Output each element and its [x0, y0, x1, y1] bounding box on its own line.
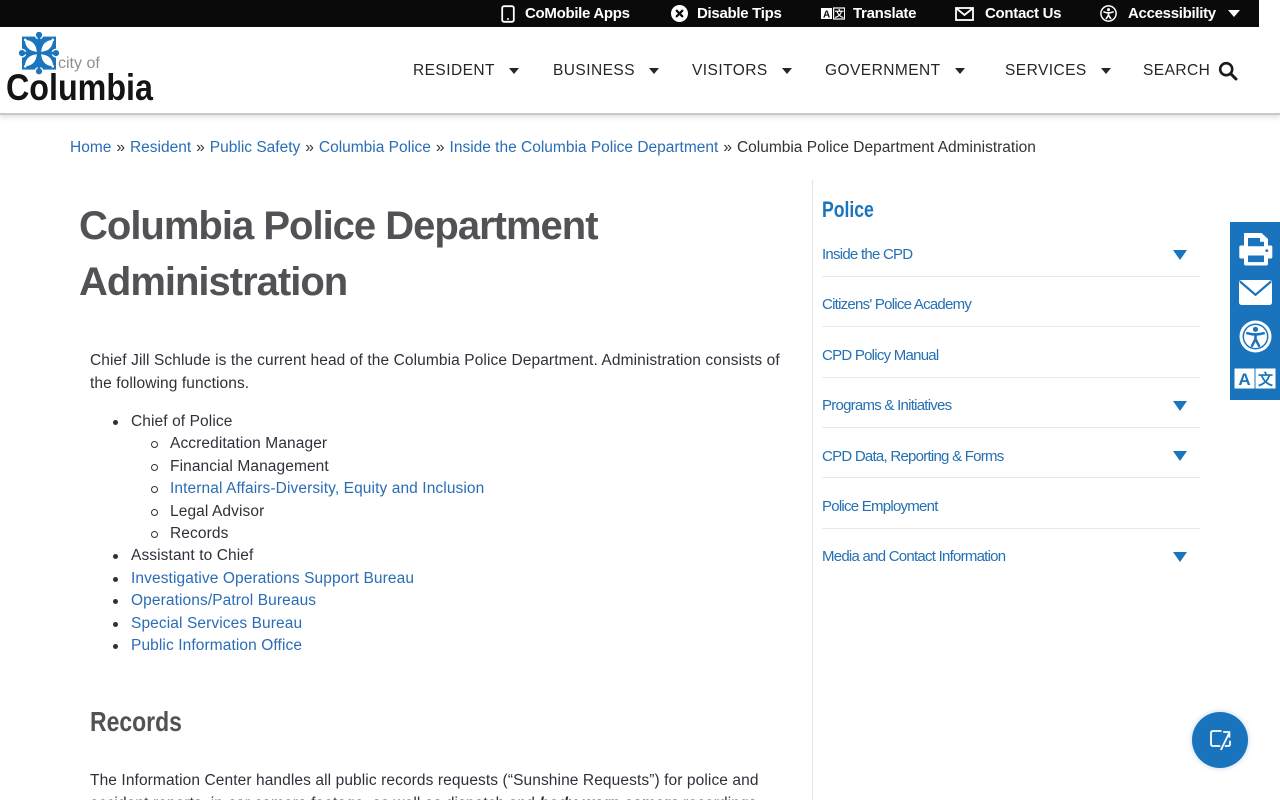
svg-text:A: A: [1238, 369, 1250, 388]
svg-text:文: 文: [834, 8, 845, 19]
svg-text:A: A: [823, 9, 830, 20]
svg-text:文: 文: [1258, 370, 1274, 388]
